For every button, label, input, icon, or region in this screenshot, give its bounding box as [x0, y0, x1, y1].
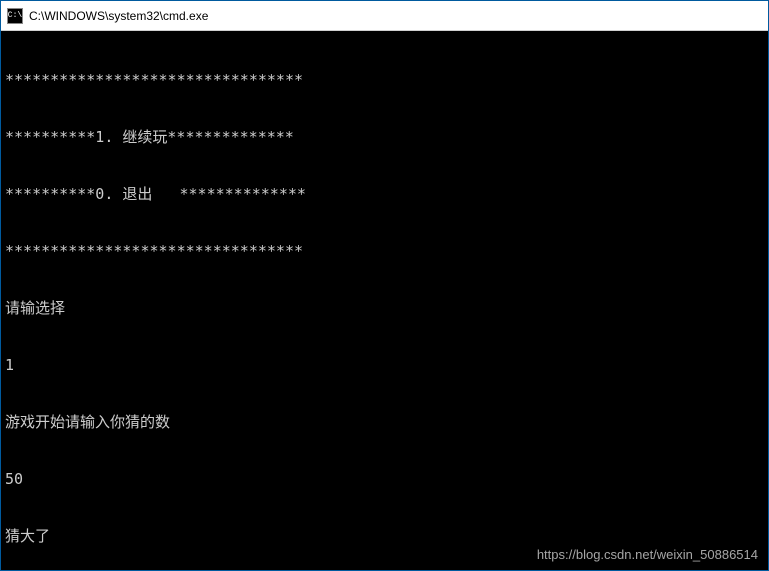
console-line: 1: [5, 356, 764, 375]
window-title: C:\WINDOWS\system32\cmd.exe: [29, 9, 762, 23]
console-line: 请输选择: [5, 299, 764, 318]
cmd-window: C:\ C:\WINDOWS\system32\cmd.exe ********…: [0, 0, 769, 571]
cmd-icon: C:\: [7, 8, 23, 24]
console-line: 50: [5, 470, 764, 489]
console-line: **********1. 继续玩**************: [5, 128, 764, 147]
titlebar[interactable]: C:\ C:\WINDOWS\system32\cmd.exe: [1, 1, 768, 31]
console-line: *********************************: [5, 242, 764, 261]
console-line: **********0. 退出 **************: [5, 185, 764, 204]
console-output[interactable]: ********************************* ******…: [1, 31, 768, 570]
console-line: *********************************: [5, 71, 764, 90]
console-line: 猜大了: [5, 527, 764, 546]
console-line: 游戏开始请输入你猜的数: [5, 413, 764, 432]
watermark-text: https://blog.csdn.net/weixin_50886514: [537, 545, 758, 564]
